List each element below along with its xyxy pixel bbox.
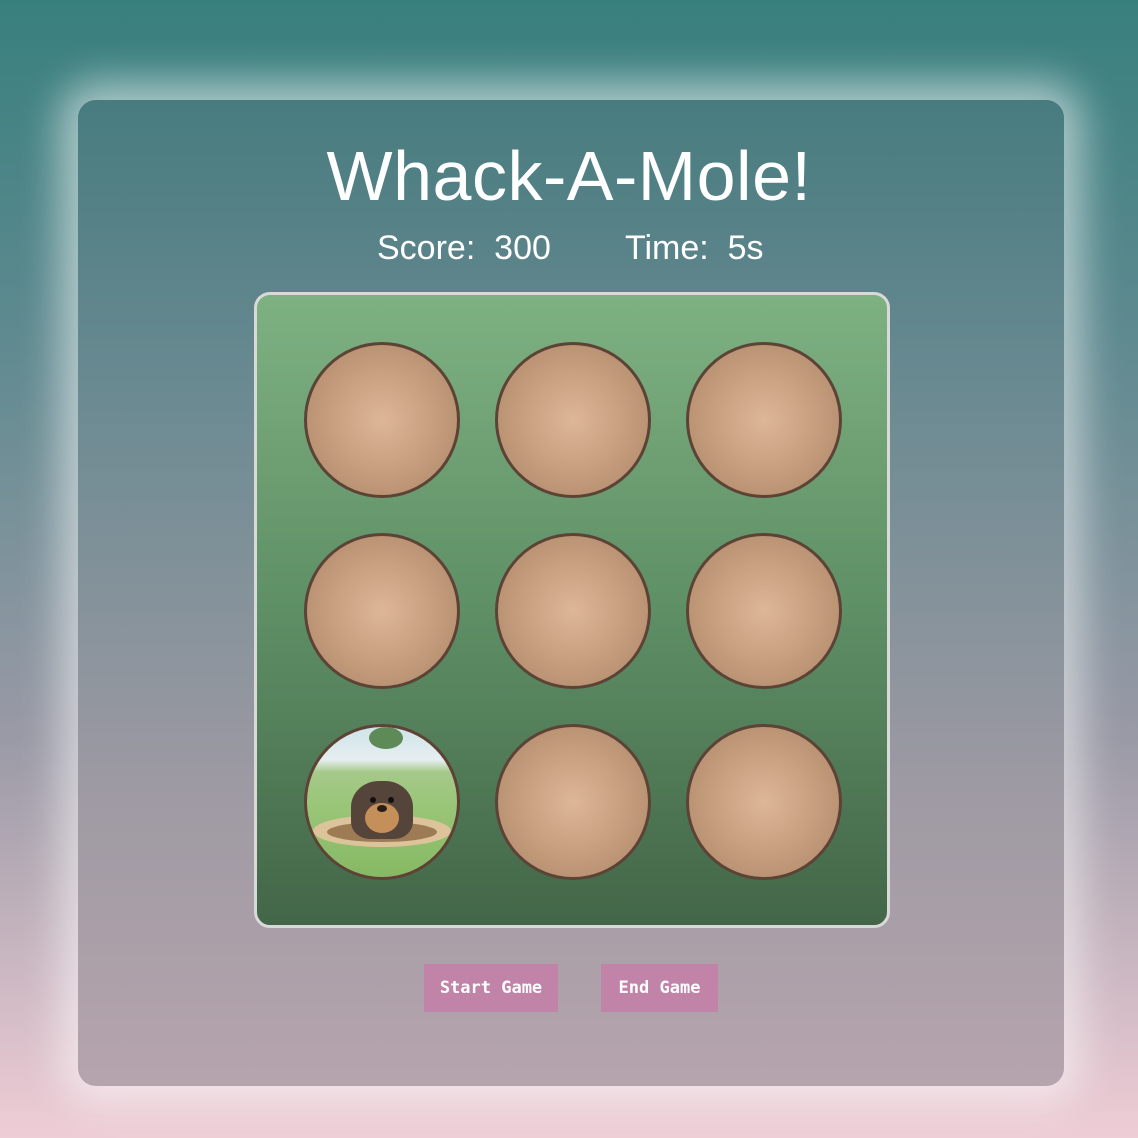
hole[interactable] bbox=[686, 724, 842, 880]
mole-nose bbox=[377, 805, 387, 812]
end-game-button[interactable]: End Game bbox=[601, 964, 718, 1012]
mole-eye bbox=[388, 797, 394, 803]
game-board bbox=[254, 292, 890, 928]
game-title: Whack-A-Mole! bbox=[326, 137, 812, 215]
mole-eye bbox=[370, 797, 376, 803]
hole[interactable] bbox=[495, 724, 651, 880]
hole[interactable] bbox=[686, 533, 842, 689]
mole-image[interactable] bbox=[307, 727, 457, 877]
score-display: Score: 300 bbox=[377, 229, 551, 267]
hole-with-mole[interactable] bbox=[304, 724, 460, 880]
stats-bar: Score: 300 Time: 5s bbox=[0, 228, 1138, 268]
hole[interactable] bbox=[495, 342, 651, 498]
hole[interactable] bbox=[495, 533, 651, 689]
start-game-button[interactable]: Start Game bbox=[424, 964, 558, 1012]
time-display: Time: 5s bbox=[625, 229, 764, 267]
hole[interactable] bbox=[304, 342, 460, 498]
hole[interactable] bbox=[686, 342, 842, 498]
controls: Start Game End Game bbox=[0, 964, 1138, 1012]
tree-shape bbox=[369, 727, 403, 749]
hole[interactable] bbox=[304, 533, 460, 689]
